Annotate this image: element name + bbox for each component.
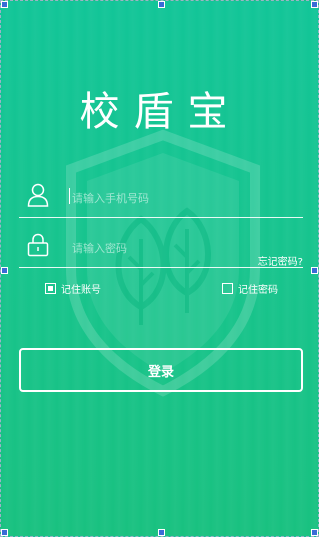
login-button[interactable]: 登录 [19, 348, 303, 392]
password-field: 忘记密码? [19, 229, 303, 268]
checkbox-unchecked-icon[interactable] [222, 283, 233, 294]
corner-handle [311, 1, 318, 8]
remember-account-label: 记住账号 [61, 285, 101, 296]
remember-options: 记住账号 记住密码 [1, 281, 318, 297]
user-icon [27, 183, 49, 207]
login-screen: 校盾宝 忘记密码? 记住账号 记住密码 登录 [0, 0, 319, 537]
corner-handle [1, 1, 8, 8]
app-title: 校盾宝 [79, 89, 242, 135]
corner-handle [311, 267, 318, 274]
corner-handle [1, 267, 8, 274]
corner-handle [158, 529, 165, 536]
password-input[interactable] [70, 235, 254, 261]
remember-password-label: 记住密码 [238, 285, 278, 296]
checkbox-checked-icon[interactable] [45, 283, 56, 294]
corner-handle [158, 1, 165, 8]
forgot-password-link[interactable]: 忘记密码? [258, 253, 303, 268]
remember-account-checkbox[interactable]: 记住账号 [45, 281, 101, 296]
corner-handle [1, 529, 8, 536]
corner-handle [311, 529, 318, 536]
lock-icon [27, 233, 49, 257]
phone-input[interactable] [70, 185, 254, 211]
remember-password-checkbox[interactable]: 记住密码 [222, 281, 278, 296]
phone-field [19, 179, 303, 218]
